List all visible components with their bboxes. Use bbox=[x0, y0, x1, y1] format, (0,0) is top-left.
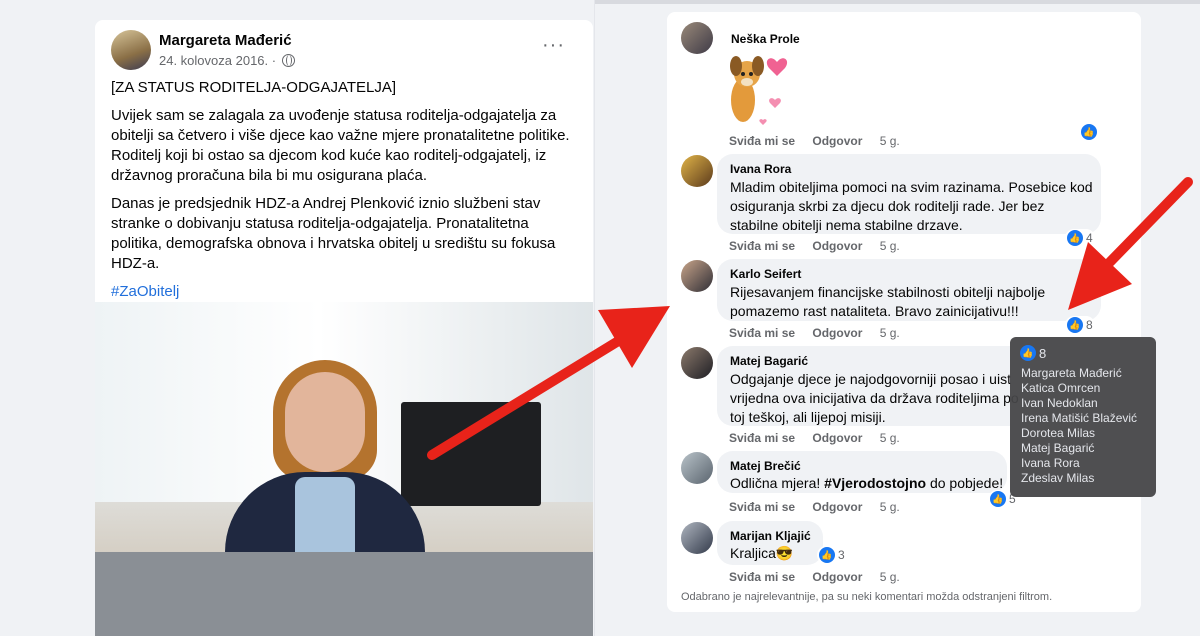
post-paragraph-1: Uvijek sam se zalagala za uvođenje statu… bbox=[111, 107, 570, 184]
comment-text: Mladim obiteljima pomoci na svim razinam… bbox=[730, 179, 1093, 233]
comments-card: Neška Prole Sviđa mi se Odgovor 5 g. 👍 I… bbox=[667, 12, 1141, 612]
comment-actions: Sviđa mi se Odgovor 5 g. bbox=[729, 500, 914, 514]
comment-text: Odgajanje djece je najodgovorniji posao … bbox=[730, 371, 1019, 425]
like-count-badge[interactable]: 👍 3 bbox=[817, 546, 847, 564]
post-author[interactable]: Margareta Mađerić bbox=[159, 32, 292, 49]
reply-link[interactable]: Odgovor bbox=[812, 134, 862, 148]
like-link[interactable]: Sviđa mi se bbox=[729, 239, 795, 253]
like-count: 4 bbox=[1086, 231, 1093, 245]
comment-actions: Sviđa mi se Odgovor 5 g. bbox=[729, 326, 914, 340]
post-panel: Margareta Mađerić 24. kolovoza 2016. · ·… bbox=[0, 0, 594, 636]
liker-list: Margareta Mađerić Katica Omrcen Ivan Ned… bbox=[1021, 366, 1137, 486]
like-link[interactable]: Sviđa mi se bbox=[729, 570, 795, 584]
like-count-badge[interactable]: 👍 8 bbox=[1065, 316, 1095, 334]
commenter-avatar[interactable] bbox=[681, 522, 713, 554]
thumbs-up-icon: 👍 bbox=[1020, 345, 1036, 361]
photo-desk bbox=[95, 552, 593, 636]
commenter-avatar[interactable] bbox=[681, 155, 713, 187]
post-date[interactable]: 24. kolovoza 2016. bbox=[159, 53, 268, 68]
like-link[interactable]: Sviđa mi se bbox=[729, 134, 795, 148]
comment-actions: Sviđa mi se Odgovor 5 g. bbox=[729, 134, 914, 148]
post-title: [ZA STATUS RODITELJA-ODGAJATELJA] bbox=[111, 79, 397, 96]
post-photo[interactable] bbox=[95, 302, 593, 636]
commenter-name[interactable]: Marijan Kljajić bbox=[730, 529, 811, 543]
commenter-name[interactable]: Neška Prole bbox=[731, 32, 800, 46]
dog-heart-sticker bbox=[730, 56, 788, 125]
more-options-icon[interactable]: ··· bbox=[542, 34, 565, 57]
comment-text-start: Odlična mjera! bbox=[730, 475, 825, 491]
commenter-name[interactable]: Ivana Rora bbox=[730, 162, 791, 176]
comment-age[interactable]: 5 g. bbox=[880, 570, 900, 584]
likes-tooltip: 👍 8 Margareta Mađerić Katica Omrcen Ivan… bbox=[1010, 337, 1156, 497]
comment-age[interactable]: 5 g. bbox=[880, 326, 900, 340]
liker-name: Zdeslav Milas bbox=[1021, 471, 1095, 485]
comment-text: Kraljica😎 bbox=[730, 545, 794, 561]
post-text: [ZA STATUS RODITELJA-ODGAJATELJA] Uvijek… bbox=[111, 78, 571, 310]
post-card: Margareta Mađerić 24. kolovoza 2016. · ·… bbox=[95, 20, 593, 636]
liker-name: Ivan Nedoklan bbox=[1021, 396, 1098, 410]
thumbs-up-icon: 👍 bbox=[990, 491, 1006, 507]
comments-panel: Neška Prole Sviđa mi se Odgovor 5 g. 👍 I… bbox=[595, 0, 1200, 636]
like-count-badge[interactable]: 👍 4 bbox=[1065, 229, 1095, 247]
reply-link[interactable]: Odgovor bbox=[812, 500, 862, 514]
like-count: 3 bbox=[838, 548, 845, 562]
comment-age[interactable]: 5 g. bbox=[880, 431, 900, 445]
like-link[interactable]: Sviđa mi se bbox=[729, 326, 795, 340]
commenter-avatar[interactable] bbox=[681, 260, 713, 292]
commenter-avatar[interactable] bbox=[681, 347, 713, 379]
liker-name: Ivana Rora bbox=[1021, 456, 1080, 470]
liker-name: Katica Omrcen bbox=[1021, 381, 1101, 395]
tooltip-header: 👍 8 bbox=[1020, 345, 1046, 361]
thumbs-up-icon: 👍 bbox=[1067, 230, 1083, 246]
post-paragraph-2: Danas je predsjednik HDZ-a Andrej Plenko… bbox=[111, 195, 556, 272]
photo-face bbox=[285, 372, 365, 472]
reply-link[interactable]: Odgovor bbox=[812, 431, 862, 445]
meta-separator: · bbox=[271, 53, 277, 68]
thumbs-up-icon: 👍 bbox=[1081, 124, 1097, 140]
liker-name: Margareta Mađerić bbox=[1021, 366, 1122, 380]
reply-link[interactable]: Odgovor bbox=[812, 326, 862, 340]
thumbs-up-icon: 👍 bbox=[819, 547, 835, 563]
commenter-avatar[interactable] bbox=[681, 452, 713, 484]
filter-notice: Odabrano je najrelevantnije, pa su neki … bbox=[681, 591, 1053, 603]
comment-age[interactable]: 5 g. bbox=[880, 239, 900, 253]
post-meta: 24. kolovoza 2016. · bbox=[159, 53, 295, 68]
top-strip bbox=[595, 0, 1200, 4]
reply-link[interactable]: Odgovor bbox=[812, 570, 862, 584]
tooltip-count: 8 bbox=[1039, 345, 1047, 361]
globe-icon bbox=[281, 54, 295, 67]
like-count-badge[interactable]: 👍 bbox=[1079, 123, 1102, 141]
commenter-name[interactable]: Matej Brečić bbox=[730, 459, 801, 473]
commenter-name[interactable]: Karlo Seifert bbox=[730, 267, 801, 281]
thumbs-up-icon: 👍 bbox=[1067, 317, 1083, 333]
commenter-avatar[interactable] bbox=[681, 22, 713, 54]
liker-name: Matej Bagarić bbox=[1021, 441, 1095, 455]
comment-actions: Sviđa mi se Odgovor 5 g. bbox=[729, 431, 914, 445]
author-avatar[interactable] bbox=[111, 30, 151, 70]
like-link[interactable]: Sviđa mi se bbox=[729, 431, 795, 445]
comment-age[interactable]: 5 g. bbox=[880, 500, 900, 514]
comment-actions: Sviđa mi se Odgovor 5 g. bbox=[729, 239, 914, 253]
comment-text: Odlična mjera! #Vjerodostojno do pobjede… bbox=[730, 474, 1006, 493]
hashtag-vjerodostojno[interactable]: #Vjerodostojno bbox=[824, 475, 926, 491]
comment-actions: Sviđa mi se Odgovor 5 g. bbox=[729, 570, 914, 584]
liker-name: Irena Matišić Blažević bbox=[1021, 411, 1138, 425]
like-count: 8 bbox=[1086, 318, 1093, 332]
like-link[interactable]: Sviđa mi se bbox=[729, 500, 795, 514]
hashtag-link[interactable]: #ZaObitelj bbox=[111, 283, 179, 300]
commenter-name[interactable]: Matej Bagarić bbox=[730, 354, 808, 368]
comment-age[interactable]: 5 g. bbox=[880, 134, 900, 148]
reply-link[interactable]: Odgovor bbox=[812, 239, 862, 253]
comment-text-end: do pobjede! bbox=[926, 475, 1004, 491]
comment-text: Rijesavanjem financijske stabilnosti obi… bbox=[730, 284, 1046, 319]
photo-monitor bbox=[401, 402, 541, 506]
liker-name: Dorotea Milas bbox=[1021, 426, 1096, 440]
